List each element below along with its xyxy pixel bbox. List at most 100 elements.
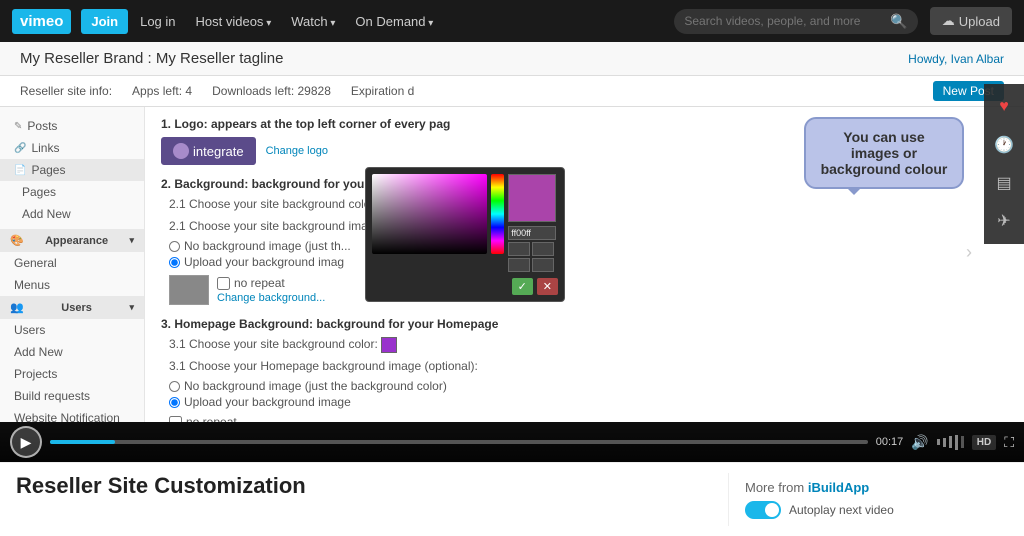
- hd-badge[interactable]: HD: [972, 435, 996, 450]
- radio-no-bg: No background image (just th... Upload y…: [169, 239, 1008, 269]
- home-bg-repeat-row: no repeat Change_background_image: [169, 415, 1008, 422]
- hex-input[interactable]: [508, 226, 556, 240]
- site-title: My Reseller Brand : My Reseller tagline: [20, 50, 283, 67]
- section-3: 3. Homepage Background: background for y…: [161, 317, 1008, 422]
- search-bar: 🔍: [674, 9, 917, 34]
- color-cancel-button[interactable]: ✕: [537, 278, 558, 295]
- vol-bar-1: [937, 439, 940, 445]
- sidebar: ✎ Posts 🔗 Links 📄 Pages Pages: [0, 107, 145, 422]
- color-swatch-2[interactable]: [381, 337, 397, 353]
- color-preview: [508, 174, 556, 222]
- sub-2-1a: 2.1 Choose your site background color:: [169, 197, 1008, 213]
- sidebar-item-add-new[interactable]: Add New: [0, 203, 144, 225]
- more-from-title: More from iBuildApp: [745, 480, 1008, 495]
- vol-bar-3: [949, 436, 952, 448]
- downloads-left: Downloads left: 29828: [212, 84, 331, 98]
- video-container: My Reseller Brand : My Reseller tagline …: [0, 42, 1024, 462]
- radio-upload-home-bg[interactable]: [169, 397, 180, 408]
- autoplay-row: Autoplay next video: [745, 501, 1008, 519]
- search-input[interactable]: [684, 14, 884, 28]
- autoplay-label: Autoplay next video: [789, 503, 894, 517]
- on-demand-link[interactable]: On Demand: [347, 14, 441, 29]
- radio-upload-bg-input[interactable]: [169, 257, 180, 268]
- progress-fill: [50, 440, 115, 444]
- sidebar-item-general[interactable]: General: [0, 252, 144, 274]
- radio-no-home-bg[interactable]: [169, 381, 180, 392]
- sidebar-item-pages[interactable]: 📄 Pages: [0, 159, 144, 181]
- upload-button[interactable]: ☁ Upload: [930, 7, 1012, 35]
- expiration: Expiration d: [351, 84, 414, 98]
- users-icon: 👥: [10, 301, 24, 314]
- sidebar-item-build-requests[interactable]: Build requests: [0, 385, 144, 407]
- color-spectrum[interactable]: [491, 174, 504, 254]
- fullscreen-button[interactable]: ⛶: [1004, 434, 1014, 451]
- radio-home-bg: No background image (just the background…: [169, 379, 1008, 409]
- appearance-icon: 🎨: [10, 234, 24, 247]
- vol-bar-4: [955, 435, 958, 450]
- vol-bar-2: [943, 438, 946, 447]
- sidebar-section-pages: ✎ Posts 🔗 Links 📄 Pages Pages: [0, 115, 144, 225]
- sub-3-1b: 3.1 Choose your Homepage background imag…: [169, 359, 1008, 373]
- chevron-down-icon: ▾: [129, 235, 134, 246]
- speech-bubble-tooltip: You can use images or background colour: [804, 117, 964, 189]
- share-icon[interactable]: ✈: [986, 203, 1022, 239]
- sidebar-item-projects[interactable]: Projects: [0, 363, 144, 385]
- sidebar-item-add-new-users[interactable]: Add New: [0, 341, 144, 363]
- change-logo-link[interactable]: Change logo: [266, 145, 328, 157]
- watch-link[interactable]: Watch: [283, 14, 343, 29]
- like-icon[interactable]: ♥: [986, 89, 1022, 125]
- bg-preview: [169, 275, 209, 305]
- color-controls: [508, 174, 558, 274]
- apps-left: Apps left: 4: [132, 84, 192, 98]
- chevron-down-icon2: ▾: [129, 302, 134, 313]
- vimeo-logo: vimeo: [12, 9, 71, 34]
- sidebar-item-users-sub[interactable]: Users: [0, 319, 144, 341]
- section-3-title: 3. Homepage Background: background for y…: [161, 317, 1008, 331]
- sub-3-1a: 3.1 Choose your site background color:: [169, 337, 1008, 353]
- login-link[interactable]: Log in: [132, 14, 183, 29]
- video-controls: ▶ 00:17 🔊 HD ⛶: [0, 422, 1024, 462]
- a-input[interactable]: [532, 258, 554, 272]
- vol-bar-5: [961, 436, 964, 448]
- posts-icon: ✎: [14, 121, 22, 132]
- color-gradient[interactable]: [372, 174, 487, 254]
- links-icon: 🔗: [14, 143, 26, 154]
- sidebar-category-appearance[interactable]: 🎨 Appearance ▾: [0, 229, 144, 252]
- radio-no-bg-input[interactable]: [169, 241, 180, 252]
- collections-icon[interactable]: ▤: [986, 165, 1022, 201]
- join-button[interactable]: Join: [81, 9, 128, 34]
- host-videos-link[interactable]: Host videos: [188, 14, 280, 29]
- r-input[interactable]: [508, 242, 530, 256]
- main-content: 1. Logo: appears at the top left corner …: [145, 107, 1024, 422]
- autoplay-toggle[interactable]: [745, 501, 781, 519]
- logo-display: integrate: [161, 137, 256, 165]
- play-button[interactable]: ▶: [10, 426, 42, 458]
- logo-circle: [173, 143, 189, 159]
- color-actions: ✓ ✕: [372, 278, 558, 295]
- no-repeat-checkbox[interactable]: [217, 277, 230, 290]
- volume-icon[interactable]: 🔊: [911, 434, 928, 451]
- sidebar-item-posts[interactable]: ✎ Posts: [0, 115, 144, 137]
- progress-bar[interactable]: [50, 440, 868, 444]
- volume-bars: [937, 435, 964, 450]
- change-bg-link[interactable]: Change background...: [217, 292, 325, 304]
- next-arrow[interactable]: ›: [954, 227, 984, 277]
- reseller-bar: Reseller site info: Apps left: 4 Downloa…: [0, 76, 1024, 107]
- time-display: 00:17: [876, 436, 904, 448]
- search-icon[interactable]: 🔍: [890, 13, 907, 30]
- color-picker: ✓ ✕: [365, 167, 565, 302]
- b-input[interactable]: [508, 258, 530, 272]
- sidebar-category-users[interactable]: 👥 Users ▾: [0, 296, 144, 319]
- bg-preview-row: no repeat Change background...: [169, 275, 1008, 305]
- site-header: My Reseller Brand : My Reseller tagline …: [0, 42, 1024, 76]
- watch-later-icon[interactable]: 🕐: [986, 127, 1022, 163]
- color-ok-button[interactable]: ✓: [512, 278, 533, 295]
- sidebar-item-pages-sub[interactable]: Pages: [0, 181, 144, 203]
- more-from: More from iBuildApp Autoplay next video: [728, 473, 1008, 526]
- video-title: Reseller Site Customization: [16, 473, 728, 499]
- pages-icon: 📄: [14, 165, 26, 176]
- sidebar-item-menus[interactable]: Menus: [0, 274, 144, 296]
- sidebar-item-links[interactable]: 🔗 Links: [0, 137, 144, 159]
- sidebar-item-website-notification[interactable]: Website Notification: [0, 407, 144, 422]
- g-input[interactable]: [532, 242, 554, 256]
